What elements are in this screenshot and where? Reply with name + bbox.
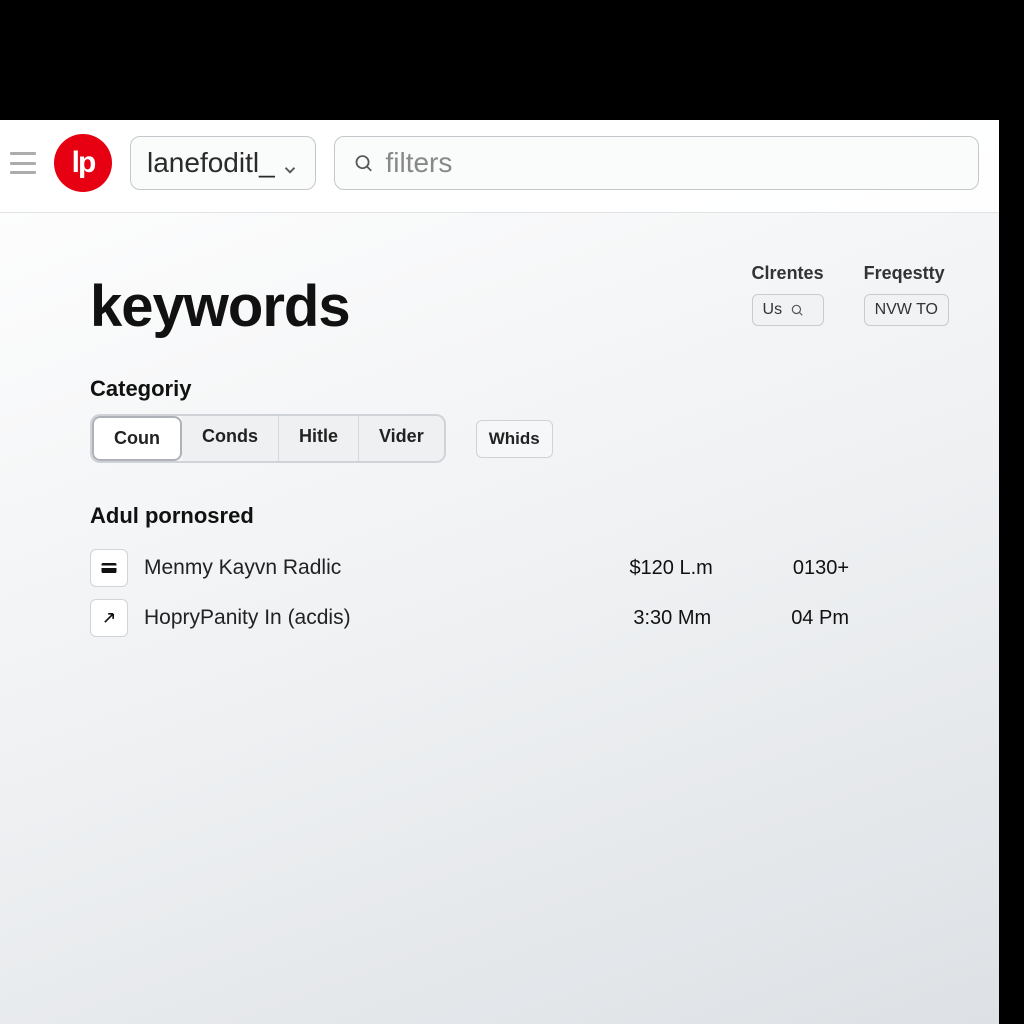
project-dropdown-value: lanefoditl_: [147, 147, 275, 179]
tab-coun[interactable]: Coun: [92, 416, 182, 461]
card-icon: [90, 549, 128, 587]
results-section: Adul pornosred Menmy Kayvn Radlic $120 L…: [90, 503, 929, 643]
column-clients-label: Clrentes: [752, 263, 824, 284]
frequency-filter[interactable]: NVW TO: [864, 294, 949, 326]
frequency-filter-value: NVW TO: [875, 301, 938, 319]
column-clients: Clrentes Us: [752, 263, 824, 326]
menu-icon[interactable]: [10, 152, 36, 174]
column-frequency: Freqestty NVW TO: [864, 263, 949, 326]
chevron-down-icon: [281, 154, 299, 172]
tab-hitle[interactable]: Hitle: [279, 416, 359, 461]
arrow-icon: [90, 599, 128, 637]
topbar: lp lanefoditl_: [0, 120, 999, 213]
result-value-2: 04 Pm: [791, 607, 849, 630]
result-label: Menmy Kayvn Radlic: [144, 556, 341, 580]
result-row[interactable]: Menmy Kayvn Radlic $120 L.m 0130+: [90, 543, 929, 593]
result-row[interactable]: HopryPanity In (acdis) 3:30 Mm 04 Pm: [90, 593, 929, 643]
result-value-1: $120 L.m: [629, 557, 712, 580]
result-value-2: 0130+: [793, 557, 849, 580]
result-value-1: 3:30 Mm: [633, 607, 711, 630]
main-content: keywords Clrentes Us Freqestty NVW TO: [0, 213, 999, 643]
project-dropdown[interactable]: lanefoditl_: [130, 136, 316, 190]
filters-search-input[interactable]: [385, 147, 960, 179]
tab-vider[interactable]: Vider: [359, 416, 444, 461]
result-group-title: Adul pornosred: [90, 503, 929, 529]
whids-filter[interactable]: Whids: [476, 420, 553, 458]
search-icon: [353, 152, 374, 174]
filters-search[interactable]: [334, 136, 979, 190]
result-label: HopryPanity In (acdis): [144, 606, 351, 630]
clients-filter[interactable]: Us: [752, 294, 824, 326]
clients-filter-value: Us: [763, 301, 783, 319]
brand-logo[interactable]: lp: [54, 134, 112, 192]
column-frequency-label: Freqestty: [864, 263, 949, 284]
tab-conds[interactable]: Conds: [182, 416, 279, 461]
category-label: Categoriy: [90, 376, 929, 402]
category-tabs: Coun Conds Hitle Vider: [90, 414, 446, 463]
search-icon: [790, 303, 804, 317]
